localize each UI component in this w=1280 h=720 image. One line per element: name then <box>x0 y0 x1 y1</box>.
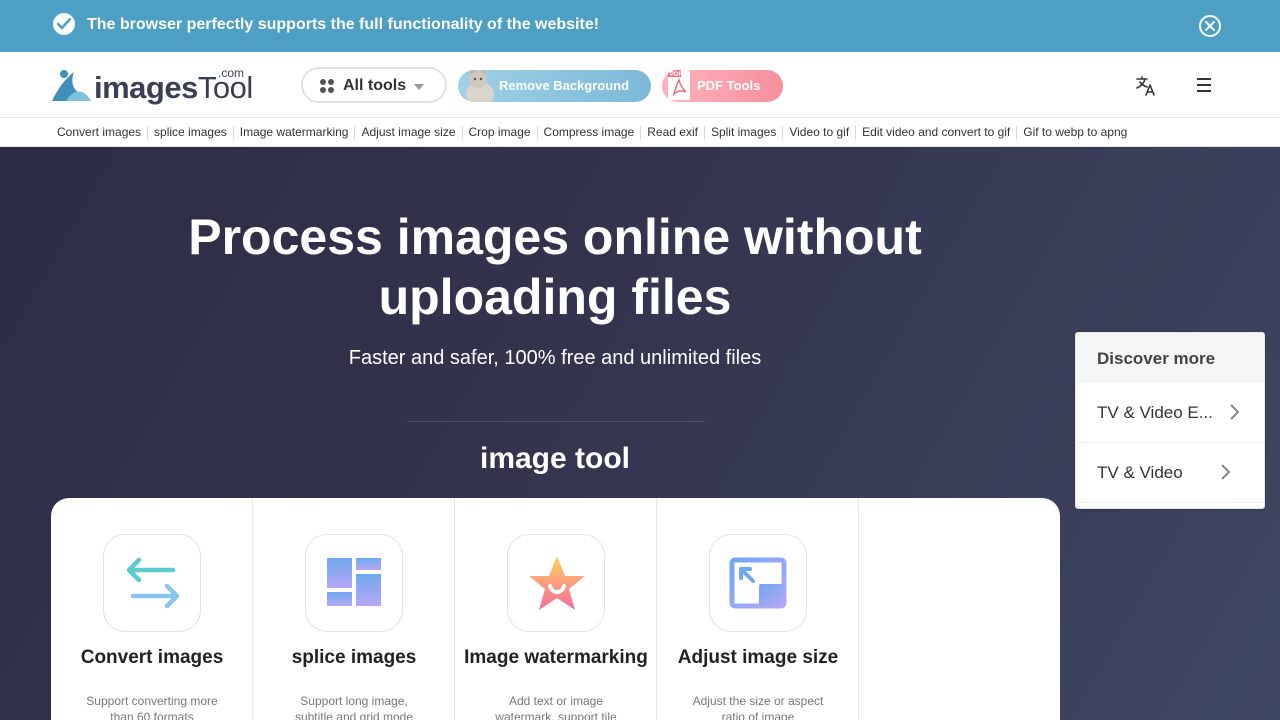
chevron-right-icon <box>1221 464 1231 480</box>
site-logo[interactable]: imagesTool .com <box>50 66 260 106</box>
tool-card-splice-images[interactable]: splice images Support long image, subtit… <box>253 498 455 720</box>
discover-item-tv-video[interactable]: TV & Video <box>1076 443 1264 503</box>
hero-divider <box>407 421 705 422</box>
resize-icon <box>709 534 807 632</box>
grid-dots-icon <box>320 79 334 93</box>
discover-item-label: TV & Video E... <box>1097 403 1213 422</box>
logo-wave-icon <box>52 70 91 101</box>
subnav-item-split-images[interactable]: Split images <box>703 126 782 139</box>
site-header: imagesTool .com All tools Remove Backgro… <box>0 52 1280 118</box>
pdf-file-icon: PDF <box>668 70 690 100</box>
tool-desc: Adjust the size or aspect ratio of image <box>692 694 824 720</box>
tool-desc: Support long image, subtitle and grid mo… <box>294 694 414 720</box>
tool-desc: Support converting more than 60 formats <box>86 694 218 720</box>
discover-more-widget: Discover more TV & Video E... TV & Video <box>1075 332 1265 509</box>
subnav-item-compress-image[interactable]: Compress image <box>536 126 641 139</box>
discover-more-header: Discover more <box>1076 333 1264 383</box>
subnav-item-edit-video-to-gif[interactable]: Edit video and convert to gif <box>855 126 1016 139</box>
logo-suffix: .com <box>218 66 245 80</box>
discover-item-tv-video-e[interactable]: TV & Video E... <box>1076 383 1264 443</box>
remove-background-button[interactable]: Remove Background <box>458 70 651 102</box>
subnav-item-convert-images[interactable]: Convert images <box>51 126 147 139</box>
cat-image-icon <box>466 70 494 102</box>
support-banner: The browser perfectly supports the full … <box>0 0 1280 52</box>
remove-background-label: Remove Background <box>499 78 630 93</box>
close-banner-icon[interactable] <box>1199 15 1221 37</box>
translate-icon[interactable] <box>1134 74 1158 98</box>
tool-title: splice images <box>291 647 417 668</box>
convert-arrows-icon <box>103 534 201 632</box>
check-circle-icon <box>53 13 75 35</box>
hero-subtitle: Faster and safer, 100% free and unlimite… <box>348 347 762 369</box>
tool-title: Adjust image size <box>677 647 839 668</box>
tool-card-image-watermarking[interactable]: Image watermarking Add text or image wat… <box>455 498 657 720</box>
discover-more-heading: Discover more <box>1097 349 1216 368</box>
all-tools-label: All tools <box>343 77 407 94</box>
all-tools-dropdown[interactable]: All tools <box>301 67 447 103</box>
hero-title: Process images online without uploading f… <box>100 207 1010 327</box>
subnav-item-image-watermarking[interactable]: Image watermarking <box>232 126 355 139</box>
banner-message: The browser perfectly supports the full … <box>87 16 600 33</box>
logo-text-images: images <box>94 70 198 105</box>
hero-title-line1: Process images online without <box>188 209 922 265</box>
tool-title: Convert images <box>80 647 224 668</box>
subnav-item-gif-to-webp[interactable]: Gif to webp to apng <box>1016 126 1133 139</box>
hero-section: Process images online without uploading f… <box>0 147 1280 720</box>
pdf-tools-button[interactable]: PDF PDF Tools <box>662 70 783 102</box>
hamburger-menu-icon[interactable] <box>1196 77 1214 93</box>
chevron-right-icon <box>1230 404 1240 420</box>
section-title: image tool <box>479 442 630 475</box>
hero-title-line2: uploading files <box>378 269 732 325</box>
pdf-icon-text: PDF <box>670 72 682 78</box>
tool-card-adjust-image-size[interactable]: Adjust image size Adjust the size or asp… <box>657 498 859 720</box>
pdf-tools-label: PDF Tools <box>697 78 761 93</box>
tool-cards-panel: Convert images Support converting more t… <box>51 498 1060 720</box>
chevron-down-icon <box>414 84 424 90</box>
tool-card-convert-images[interactable]: Convert images Support converting more t… <box>51 498 253 720</box>
subnav-item-adjust-image-size[interactable]: Adjust image size <box>354 126 461 139</box>
subnav-item-video-to-gif[interactable]: Video to gif <box>782 126 855 139</box>
tool-title: Image watermarking <box>464 647 648 668</box>
tool-desc: Add text or image watermark, support til… <box>495 694 617 720</box>
subnav-item-read-exif[interactable]: Read exif <box>640 126 704 139</box>
subnav-item-crop-image[interactable]: Crop image <box>461 126 537 139</box>
splice-grid-icon <box>305 534 403 632</box>
tools-subnav: Convert images splice images Image water… <box>0 119 1280 147</box>
subnav-item-splice-images[interactable]: splice images <box>147 126 233 139</box>
discover-item-label: TV & Video <box>1097 463 1183 482</box>
watermark-star-icon <box>507 534 605 632</box>
